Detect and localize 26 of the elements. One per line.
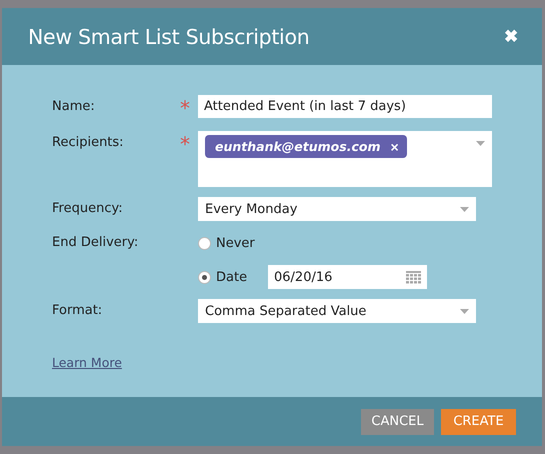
cancel-button[interactable]: CANCEL [361, 408, 434, 434]
dialog-title: New Smart List Subscription [28, 24, 310, 48]
required-mark: * [180, 132, 190, 156]
recipients-field[interactable]: eunthank@etumos.com × [198, 131, 492, 187]
name-field[interactable]: Attended Event (in last 7 days) [198, 95, 492, 118]
field-label: Format: [52, 302, 104, 320]
radio-label: Date [216, 270, 248, 284]
caret-icon [460, 206, 469, 212]
learn-more-link[interactable]: Learn More [52, 355, 122, 370]
field-label: Recipients: [52, 134, 125, 152]
caret-icon [476, 141, 485, 146]
caret-icon [460, 308, 469, 314]
radio-button[interactable] [198, 236, 211, 250]
field-label: End Delivery: [52, 234, 140, 252]
radio-button[interactable] [198, 270, 211, 284]
remove-tag-button[interactable]: × [390, 140, 399, 154]
dropdown[interactable]: Comma Separated Value [198, 299, 476, 323]
dropdown[interactable]: Every Monday [198, 197, 476, 221]
field-label: Name: [52, 98, 96, 116]
radio-label: Never [216, 236, 256, 250]
close-button[interactable]: ✖ [504, 26, 518, 47]
recipient-email: eunthank@etumos.com [215, 139, 380, 154]
required-mark: * [180, 96, 190, 120]
calendar-icon [406, 270, 421, 284]
date-field[interactable]: 06/20/16 [268, 265, 427, 289]
field-label: Frequency: [52, 200, 124, 218]
